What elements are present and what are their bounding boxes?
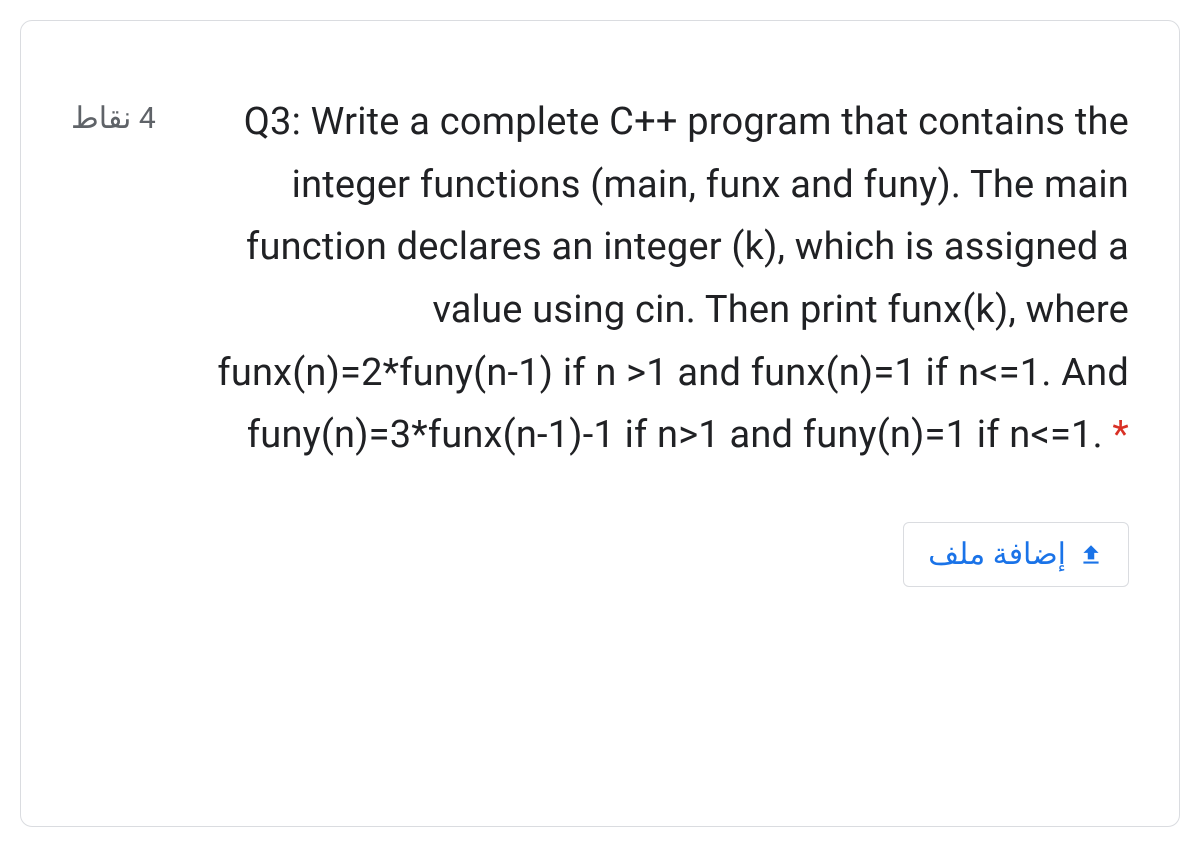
question-text: Q3: Write a complete C++ program that co… — [176, 61, 1129, 467]
add-file-button[interactable]: إضافة ملف — [903, 522, 1129, 587]
question-card: 4 نقاط Q3: Write a complete C++ program … — [20, 20, 1180, 827]
required-asterisk: * — [1103, 413, 1129, 457]
question-body: Q3: Write a complete C++ program that co… — [217, 100, 1129, 457]
points-badge: 4 نقاط — [71, 61, 176, 136]
add-file-label: إضافة ملف — [928, 537, 1066, 572]
question-header: 4 نقاط Q3: Write a complete C++ program … — [71, 61, 1129, 467]
upload-icon — [1078, 542, 1104, 568]
